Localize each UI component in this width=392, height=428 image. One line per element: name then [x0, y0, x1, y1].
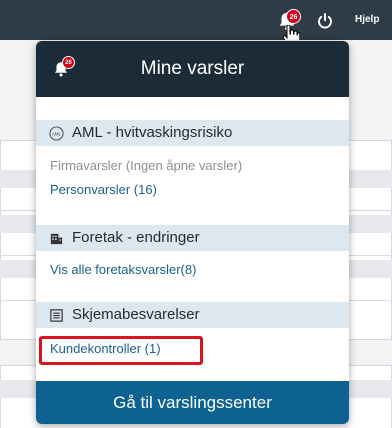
notification-badge: 26	[286, 9, 301, 24]
power-icon[interactable]	[316, 12, 334, 30]
section-title: Foretak - endringer	[72, 229, 200, 246]
section-header-form-responses: Skjemabesvarelser	[36, 302, 349, 328]
go-to-alert-center-button[interactable]: Gå til varslingssenter	[36, 381, 349, 424]
notifications-dropdown: 26 Mine varsler AML AML - hvitvaskingsri…	[36, 41, 349, 424]
aml-icon: AML	[49, 126, 64, 141]
highlight-box	[39, 336, 203, 365]
section-header-company-changes: Foretak - endringer	[36, 225, 349, 251]
dropdown-header: 26 Mine varsler	[36, 41, 349, 97]
company-alerts-item: Firmavarsler (Ingen åpne varsler)	[50, 158, 243, 173]
dropdown-title: Mine varsler	[140, 58, 245, 79]
top-navigation-bar: 26 Hjelp	[0, 0, 392, 47]
person-alerts-link[interactable]: Personvarsler (16)	[50, 182, 157, 197]
help-link[interactable]: Hjelp	[355, 14, 379, 25]
all-company-alerts-link[interactable]: Vis alle foretaksvarsler(8)	[50, 262, 196, 277]
section-title: Skjemabesvarelser	[72, 306, 200, 323]
section-title: AML - hvitvaskingsrisiko	[72, 124, 233, 141]
aml-icon-label: AML	[52, 131, 61, 136]
section-header-aml: AML AML - hvitvaskingsrisiko	[36, 120, 349, 146]
form-list-icon	[50, 309, 63, 322]
building-icon	[50, 233, 63, 245]
